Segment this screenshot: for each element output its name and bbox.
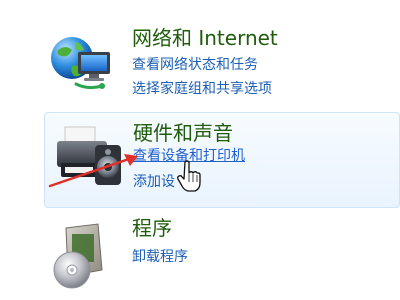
annotation-arrow <box>48 154 138 188</box>
category-title-network[interactable]: 网络和 Internet <box>132 26 278 50</box>
hand-pointer-cursor <box>177 160 201 192</box>
category-programs: 程序 卸载程序 <box>0 212 400 292</box>
link-view-network-status[interactable]: 查看网络状态和任务 <box>132 56 258 74</box>
control-panel-category-view: 网络和 Internet 查看网络状态和任务 选择家庭组和共享选项 硬件和声音 … <box>0 0 400 300</box>
link-uninstall-program[interactable]: 卸载程序 <box>132 248 188 266</box>
programs-disc-box-icon[interactable] <box>46 218 122 294</box>
link-homegroup-sharing[interactable]: 选择家庭组和共享选项 <box>132 80 272 98</box>
network-globe-icon[interactable] <box>46 28 122 104</box>
category-network-internet: 网络和 Internet 查看网络状态和任务 选择家庭组和共享选项 <box>0 14 400 106</box>
category-title-programs[interactable]: 程序 <box>132 216 172 240</box>
category-title-hardware[interactable]: 硬件和声音 <box>133 121 233 145</box>
